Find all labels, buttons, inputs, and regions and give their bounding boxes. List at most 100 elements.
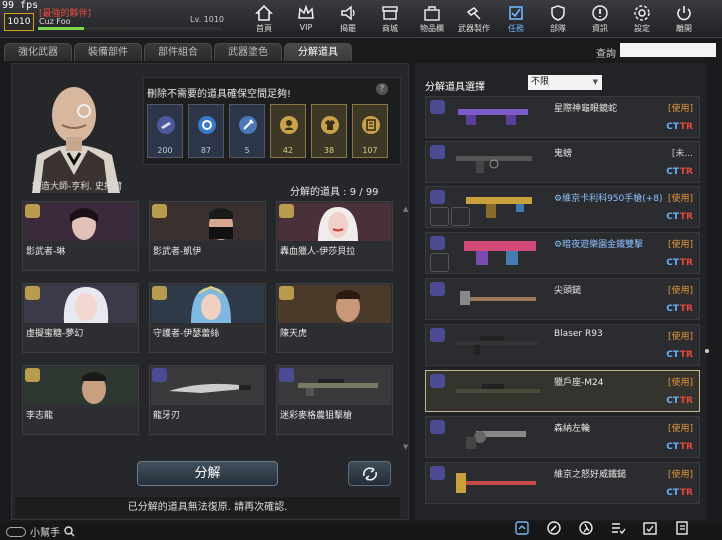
weapon-name: 鬼螃 [554,149,573,159]
item-card-8[interactable]: 迷彩麥格農狙擊槍 [276,365,393,435]
weapon-item-2[interactable]: ⚙維京卡利科950手槍(+8) [使用] CT TR [425,186,700,228]
nav-vip[interactable]: VIP [285,0,327,38]
ct-tag: CT [666,304,679,314]
info-icon [592,5,608,21]
tr-tag: TR [679,304,693,314]
item-card-2[interactable]: 轟血獵人-伊莎貝拉 [276,201,393,271]
weapon-name: 森納左輪 [554,424,591,434]
notice-text: 刪除不需要的道具確保空間足夠! [147,89,292,100]
nav-inventory[interactable]: 物品欄 [411,0,453,38]
scroll-icon [362,116,380,134]
weapon-item-8[interactable]: 維京之怒好威鐵鎚 [使用] CT TR [425,462,700,504]
weapon-image [464,241,536,265]
tab-part-combine[interactable]: 部件組合 [144,43,212,61]
nav-squad[interactable]: 部隊 [537,0,579,38]
player-level: Lv. 1010 [190,15,225,24]
calendar-icon[interactable] [642,520,658,536]
home-icon [255,4,273,21]
network-icon[interactable] [514,520,530,536]
card-label: 影武者-琳 [26,247,66,257]
character-badge-icon [152,286,167,300]
nav-home[interactable]: 首頁 [243,0,285,38]
compass-icon[interactable] [546,520,562,536]
ct-tag: CT [666,350,679,360]
tab-enhance-weapon[interactable]: 強化武器 [4,43,72,61]
tab-bar: 強化武器 裝備部件 部件組合 武器塗色 分解道具 [4,43,354,61]
rifle-icon [157,116,175,134]
character-badge-icon [152,204,167,218]
chevron-down-icon: ▼ [592,78,598,86]
weapon-badge-icon [430,374,445,388]
nav-mission[interactable]: 任務 [495,0,537,38]
stat-wrench-value: 5 [244,146,250,155]
ct-tag: CT [666,122,679,132]
item-card-3[interactable]: 虛擬蜜糖-夢幻 [22,283,139,353]
scroll-up-icon[interactable]: ▲ [403,205,408,213]
search-label: 查詢 [596,49,616,60]
item-card-4[interactable]: 守護者-伊瑟蕾絲 [149,283,266,353]
refresh-button[interactable] [348,461,391,486]
item-select-title: 分解道具選擇 [425,82,485,93]
item-card-5[interactable]: 陳天虎 [276,283,393,353]
character-badge-icon [279,286,294,300]
card-label: 影武者-凱伊 [153,247,202,257]
tab-equip-parts[interactable]: 裝備部件 [74,43,142,61]
mission-icon [509,6,523,20]
character-badge-icon [25,204,40,218]
checklist-icon[interactable] [610,520,626,536]
weapon-badge-icon [152,368,167,382]
tr-tag: TR [679,396,693,406]
weapon-badge-icon [430,145,445,159]
stat-wrench: 5 [229,104,265,158]
nav-crafting[interactable]: 武器製作 [453,0,495,38]
nav-info[interactable]: 資訊 [579,0,621,38]
weapon-badge-icon [430,236,445,250]
tab-decompose[interactable]: 分解道具 [284,43,352,61]
player-name: Cuz Foo [39,17,71,26]
use-status: [使用] [667,286,693,296]
nav-squad-label: 部隊 [550,24,566,33]
tr-tag: TR [679,350,693,360]
search-input[interactable] [620,43,716,57]
weapon-item-4[interactable]: 尖頭鎚 [使用] CT TR [425,278,700,320]
weapon-item-6[interactable]: 獵戶座-M24 [使用] CT TR [425,370,700,412]
weapon-item-0[interactable]: 星際神龜眼鏡蛇 [使用] CT TR [425,96,700,138]
scroll-down-icon[interactable]: ▼ [403,443,408,451]
weapon-name: 維京之怒好威鐵鎚 [554,470,627,480]
item-card-6[interactable]: 李志龍 [22,365,139,435]
weapon-image [456,473,536,493]
weapon-image [456,384,540,401]
shop-icon [382,6,398,20]
tab-weapon-paint[interactable]: 武器塗色 [214,43,282,61]
weapon-item-3[interactable]: ⚙暗夜遊樂園金鐵雙擊 [使用] CT TR [425,232,700,274]
list-scrollbar[interactable] [705,349,709,353]
weapon-badge-icon [430,420,445,434]
helper-button[interactable]: 小幫手 [6,524,75,539]
weapon-item-5[interactable]: Blaser R93 [使用] CT TR [425,324,700,366]
item-card-7[interactable]: 龍牙刃 [149,365,266,435]
help-icon[interactable]: ? [376,83,388,95]
nav-shop[interactable]: 商城 [369,0,411,38]
stat-shirt-value: 38 [323,146,335,155]
card-label: 迷彩麥格農狙擊槍 [280,411,353,421]
runner-icon[interactable] [578,520,594,536]
nav-mission-label: 任務 [508,24,524,33]
toggle-icon [6,526,26,537]
decompose-button[interactable]: 分解 [137,461,278,486]
nav-settings[interactable]: 設定 [621,0,663,38]
weapon-item-1[interactable]: 鬼螃 [未... CT TR [425,141,700,183]
nav-broadcast[interactable]: 揭罷 [327,0,369,38]
item-card-0[interactable]: 影武者-琳 [22,201,139,271]
nav-shop-label: 商城 [382,24,398,33]
crown-icon [298,4,314,19]
item-card-1[interactable]: 影武者-凱伊 [149,201,266,271]
character-icon [280,116,298,134]
stat-gear-part: 87 [188,104,224,158]
weapon-item-7[interactable]: 森納左輪 [使用] CT TR [425,416,700,458]
nav-info-label: 資訊 [592,24,608,33]
bag-icon [424,6,440,21]
weapon-badge-icon [430,282,445,296]
notebook-icon[interactable] [674,520,690,536]
nav-exit[interactable]: 離開 [663,0,705,38]
filter-select[interactable]: 不限 ▼ [528,75,602,90]
